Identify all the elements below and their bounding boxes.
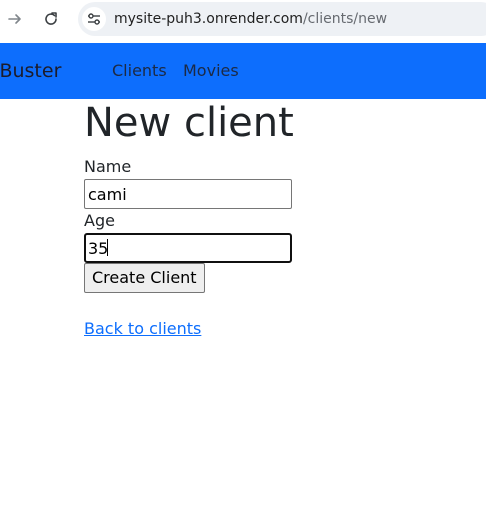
page-title: New client <box>84 100 294 146</box>
create-client-button[interactable]: Create Client <box>84 263 205 293</box>
age-label: Age <box>84 211 115 230</box>
app-navbar: ckBuster Clients Movies <box>0 43 486 99</box>
name-label: Name <box>84 157 132 176</box>
address-bar[interactable]: mysite-puh3.onrender.com/clients/new <box>78 2 486 36</box>
navbar-brand[interactable]: ckBuster <box>0 60 61 82</box>
reload-button[interactable] <box>40 8 62 30</box>
forward-icon <box>8 14 21 24</box>
reload-icon <box>45 12 57 25</box>
text-caret <box>107 239 108 256</box>
url-path: /clients/new <box>302 11 388 27</box>
site-info-icon <box>88 13 100 25</box>
site-info-button[interactable] <box>82 7 106 31</box>
browser-toolbar: mysite-puh3.onrender.com/clients/new <box>0 0 486 38</box>
back-to-clients-link[interactable]: Back to clients <box>84 319 201 339</box>
nav-link-clients[interactable]: Clients <box>112 61 167 81</box>
nav-link-movies[interactable]: Movies <box>183 61 239 81</box>
forward-button[interactable] <box>4 8 26 30</box>
url-host: mysite-puh3.onrender.com <box>114 11 303 27</box>
name-input[interactable] <box>84 179 292 209</box>
age-input[interactable] <box>84 233 292 263</box>
url-text: mysite-puh3.onrender.com/clients/new <box>114 10 387 28</box>
